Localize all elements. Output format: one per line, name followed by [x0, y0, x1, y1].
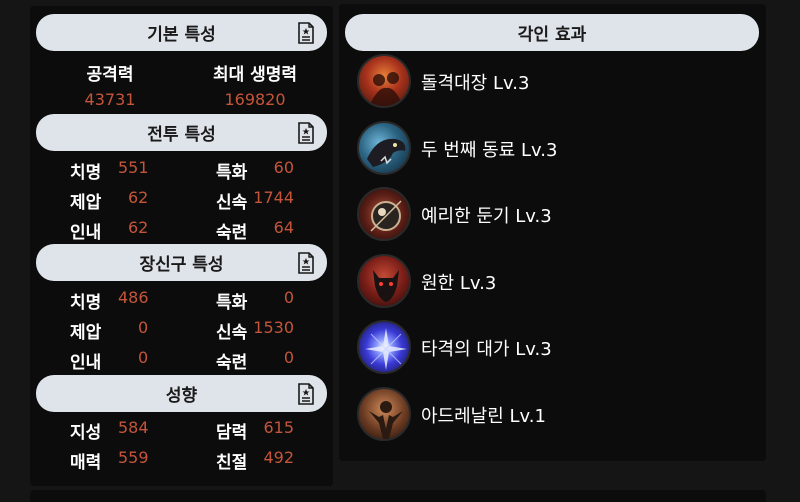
engraving-name: 두 번째 동료 Lv.3 — [421, 140, 558, 161]
engraving-item[interactable]: 타격의 대가 Lv.3 — [357, 320, 757, 374]
engraving-item[interactable]: 두 번째 동료 Lv.3 — [357, 121, 757, 175]
basic-stats-title: 기본 특성 — [147, 25, 216, 45]
engraving-name: 타격의 대가 Lv.3 — [421, 339, 552, 360]
accessory-spec-label: 특화 — [216, 293, 248, 313]
combat-stats-header: 전투 특성 — [36, 114, 327, 151]
accessory-endurance-value: 0 — [138, 348, 149, 367]
keen-blunt-weapon-icon — [357, 187, 411, 241]
accessory-expertise-label: 숙련 — [216, 353, 248, 373]
kindness-label: 친절 — [216, 453, 248, 473]
spec-value: 60 — [273, 158, 294, 177]
expertise-label: 숙련 — [216, 223, 248, 243]
hit-master-icon — [357, 320, 411, 374]
kindness-value: 492 — [263, 448, 294, 467]
swiftness-value: 1744 — [253, 188, 294, 207]
engraving-name: 아드레날린 Lv.1 — [421, 406, 546, 427]
intellect-label: 지성 — [70, 423, 102, 443]
max-hp-value: 169820 — [224, 90, 286, 109]
courage-label: 담력 — [216, 423, 248, 443]
combat-stats-title: 전투 특성 — [147, 125, 216, 145]
second-companion-icon — [357, 121, 411, 175]
endurance-label: 인내 — [70, 223, 102, 243]
courage-value: 615 — [263, 418, 294, 437]
max-hp-label: 최대 생명력 — [212, 65, 298, 85]
accessory-stats-title: 장신구 특성 — [139, 255, 224, 275]
tendency-header: 성향 — [36, 375, 327, 412]
engraving-item[interactable]: 예리한 둔기 Lv.3 — [357, 187, 757, 241]
spec-label: 특화 — [216, 163, 248, 183]
engraving-item[interactable]: 원한 Lv.3 — [357, 254, 757, 308]
engraving-item[interactable]: 아드레날린 Lv.1 — [357, 387, 757, 441]
charm-label: 매력 — [70, 453, 102, 473]
accessory-domination-value: 0 — [138, 318, 149, 337]
bottom-panel — [30, 490, 766, 502]
grudge-icon — [357, 254, 411, 308]
engravings-header: 각인 효과 — [345, 14, 759, 51]
domination-value: 62 — [128, 188, 149, 207]
accessory-spec-value: 0 — [283, 288, 294, 307]
attack-label: 공격력 — [86, 65, 134, 85]
accessory-crit-label: 치명 — [70, 293, 102, 313]
basic-stats-header: 기본 특성 — [36, 14, 327, 51]
accessory-crit-value: 486 — [118, 288, 149, 307]
expertise-value: 64 — [273, 218, 294, 237]
crit-value: 551 — [118, 158, 149, 177]
document-icon[interactable] — [297, 383, 315, 405]
attack-value: 43731 — [84, 90, 136, 109]
accessory-domination-label: 제압 — [70, 323, 102, 343]
accessory-stats-header: 장신구 특성 — [36, 244, 327, 281]
accessory-endurance-label: 인내 — [70, 353, 102, 373]
charge-commander-icon — [357, 54, 411, 108]
intellect-value: 584 — [118, 418, 149, 437]
adrenaline-icon — [357, 387, 411, 441]
engraving-name: 예리한 둔기 Lv.3 — [421, 206, 552, 227]
document-icon[interactable] — [297, 122, 315, 144]
accessory-swiftness-value: 1530 — [253, 318, 294, 337]
domination-label: 제압 — [70, 193, 102, 213]
document-icon[interactable] — [297, 252, 315, 274]
endurance-value: 62 — [128, 218, 149, 237]
engravings-title: 각인 효과 — [517, 25, 587, 45]
crit-label: 치명 — [70, 163, 102, 183]
accessory-expertise-value: 0 — [283, 348, 294, 367]
document-icon[interactable] — [297, 22, 315, 44]
tendency-title: 성향 — [165, 386, 198, 406]
engraving-name: 돌격대장 Lv.3 — [421, 73, 530, 94]
charm-value: 559 — [118, 448, 149, 467]
accessory-swiftness-label: 신속 — [216, 323, 248, 343]
engraving-name: 원한 Lv.3 — [421, 273, 497, 294]
engraving-item[interactable]: 돌격대장 Lv.3 — [357, 54, 757, 108]
swiftness-label: 신속 — [216, 193, 248, 213]
